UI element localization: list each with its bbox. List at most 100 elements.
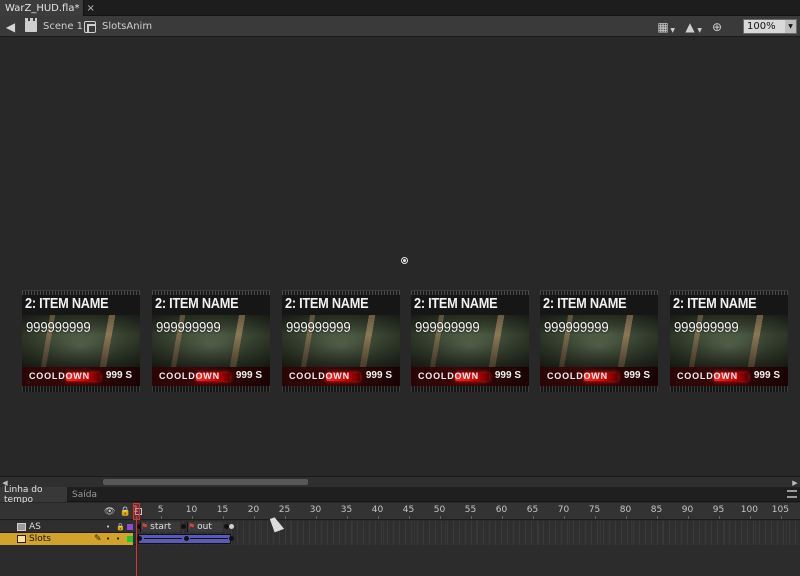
panel-menu-icon[interactable] [787,490,797,498]
cooldown-label: COOLDOWN [547,371,608,381]
tween-arrow [190,538,228,539]
document-tab[interactable]: WarZ_HUD.fla* × [0,0,95,16]
slot-border [670,386,788,392]
flag-icon: ⚑ [188,522,196,531]
ruler-tick [253,516,255,519]
ruler-tick [191,516,193,519]
ruler-tick [315,516,317,519]
end-frame-icon[interactable] [229,524,234,529]
layer-name: Slots [29,534,51,544]
tab-timeline[interactable]: Linha do tempo [0,485,67,505]
cooldown-time: 999 S [623,370,650,381]
cooldown-bar: COOLDOWN 999 S [152,367,270,387]
slot-value: 999999999 [156,319,221,336]
lock-icon[interactable]: 🔒 [119,507,130,517]
keyframe-icon[interactable] [184,536,189,541]
slot-border [152,386,270,392]
ruler-tick [532,516,534,519]
tab-output[interactable]: Saída [68,487,101,502]
center-stage-icon[interactable]: ⊕ [708,20,726,34]
ruler-tick [563,516,565,519]
ruler-frame-number: 80 [619,505,632,515]
eye-icon[interactable]: 👁 [104,507,115,517]
scroll-right-icon[interactable]: ▶ [790,478,800,487]
ruler-frame-number: 85 [650,505,663,515]
ruler-frame-number: 60 [495,505,508,515]
ruler-tick [284,516,286,519]
ruler-tick [718,516,720,519]
layer-color-swatch[interactable] [127,536,133,542]
keyframe-icon[interactable] [229,536,234,541]
pencil-icon: ✎ [94,534,102,544]
layer-icon [17,523,26,531]
stage-horizontal-scrollbar[interactable]: ◀ ▶ [0,476,800,487]
edit-bar: ◀ Scene 1 SlotsAnim ▦ ▼ ▲ ▼ ⊕ 100% ▼ [0,16,800,37]
slot-value: 999999999 [26,319,91,336]
hud-slot[interactable]: 2: ITEM NAME 999999999 COOLDOWN 999 S [540,290,658,392]
hud-slot[interactable]: 2: ITEM NAME 999999999 COOLDOWN 999 S [152,290,270,392]
edit-scene-icon[interactable]: ▦ ▼ [654,20,675,34]
ruler-tick [656,516,658,519]
hud-slot[interactable]: 2: ITEM NAME 999999999 COOLDOWN 999 S [282,290,400,392]
movieclip-symbol-icon [84,20,96,33]
cooldown-time: 999 S [105,370,132,381]
layer-frames[interactable] [136,533,800,545]
visibility-dot-icon[interactable]: • [106,533,110,545]
frame-label-start[interactable]: ⚑ start [140,522,180,532]
back-arrow-icon[interactable]: ◀ [3,19,18,34]
hud-slot[interactable]: 2: ITEM NAME 999999999 COOLDOWN 999 S [670,290,788,392]
breadcrumb-symbol[interactable]: SlotsAnim [84,19,152,34]
layer-row-slots[interactable]: Slots ✎ • • [0,533,800,545]
close-icon[interactable]: × [86,3,94,14]
keyframe-icon[interactable] [181,524,186,529]
tween-arrow [144,538,182,539]
layer-color-swatch[interactable] [127,524,133,530]
slot-value: 999999999 [415,319,480,336]
cooldown-time: 999 S [494,370,521,381]
hud-slot[interactable]: 2: ITEM NAME 999999999 COOLDOWN 999 S [22,290,140,392]
scrollbar-thumb[interactable] [103,479,308,485]
breadcrumb-scene[interactable]: Scene 1 [25,18,84,34]
ruler-frame-number: 90 [681,505,694,515]
slot-border [540,386,658,392]
cooldown-bar: COOLDOWN 999 S [670,367,788,387]
ruler-frame-number: 55 [464,505,477,515]
cooldown-bar: COOLDOWN 999 S [540,367,658,387]
visibility-dot-icon[interactable]: • [106,521,110,533]
keyframe-icon[interactable] [137,536,142,541]
lock-dot-icon[interactable]: • [116,533,120,545]
ruler-frame-number: 100 [740,505,758,515]
cooldown-time: 999 S [753,370,780,381]
playhead-line [136,520,137,576]
ruler-frame-number: 10 [185,505,198,515]
breadcrumb-scene-label: Scene 1 [43,21,84,32]
edit-symbols-icon[interactable]: ▲ ▼ [681,20,702,34]
ruler-tick [501,516,503,519]
timeline-panel: 👁 🔒 1 5 10 15 20 25 30 35 40 45 50 55 60 65 70 75 80 85 90… [0,503,800,576]
ruler-tick [687,516,689,519]
cooldown-label: COOLDOWN [418,371,479,381]
ruler-tick [346,516,348,519]
flag-icon: ⚑ [141,522,149,531]
slot-border [411,386,529,392]
slot-title: 2: ITEM NAME [673,295,757,312]
ruler-tick [625,516,627,519]
slot-title: 2: ITEM NAME [414,295,498,312]
zoom-select[interactable]: 100% ▼ [743,19,797,34]
cooldown-bar: COOLDOWN 999 S [411,367,529,387]
layer-frames[interactable]: ⚑ start ⚑ out [136,521,800,533]
ruler-frame-number: 20 [247,505,260,515]
frame-label-out[interactable]: ⚑ out [187,522,223,532]
document-tab-bar: WarZ_HUD.fla* × [0,0,800,16]
hud-slot[interactable]: 2: ITEM NAME 999999999 COOLDOWN 999 S [411,290,529,392]
cooldown-label: COOLDOWN [677,371,738,381]
layer-icon [17,535,26,543]
layer-row-as[interactable]: AS • 🔒 ⚑ start ⚑ out [0,521,800,533]
lock-icon[interactable]: 🔒 [116,521,125,533]
clapper-icon [25,18,37,32]
slot-title: 2: ITEM NAME [285,295,369,312]
slot-value: 999999999 [544,319,609,336]
ruler-frame-number: 15 [216,505,229,515]
stage[interactable]: 2: ITEM NAME 999999999 COOLDOWN 999 S 2:… [0,38,800,476]
playhead[interactable] [133,503,140,520]
